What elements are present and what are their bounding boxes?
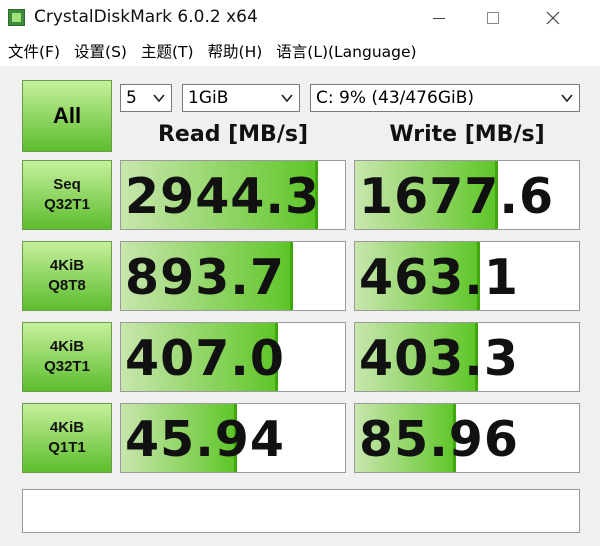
test-count-select[interactable]: 5 <box>120 84 172 112</box>
test-label-line2: Q32T1 <box>44 196 90 213</box>
close-icon <box>546 11 560 25</box>
close-button[interactable] <box>530 0 576 36</box>
read-result-value: 2944.3 <box>125 167 321 225</box>
test-4kib-q8t8-button[interactable]: 4KiB Q8T8 <box>22 241 112 311</box>
read-result-value: 45.94 <box>125 410 285 468</box>
read-result-cell: 45.94 <box>120 403 346 473</box>
read-column-header: Read [MB/s] <box>157 122 308 147</box>
window-title: CrystalDiskMark 6.0.2 x64 <box>34 7 258 27</box>
chevron-down-icon <box>561 94 573 103</box>
test-label-line1: Seq <box>53 176 81 193</box>
test-label-line2: Q8T8 <box>48 277 86 294</box>
test-size-value: 1GiB <box>188 88 229 108</box>
title-bar: CrystalDiskMark 6.0.2 x64 <box>0 0 600 36</box>
run-all-button[interactable]: All <box>22 80 112 152</box>
read-result-cell: 893.7 <box>120 241 346 311</box>
test-label-line1: 4KiB <box>49 338 85 355</box>
read-result-cell: 2944.3 <box>120 160 346 230</box>
write-result-cell: 1677.6 <box>354 160 580 230</box>
write-result-cell: 463.1 <box>354 241 580 311</box>
write-result-cell: 403.3 <box>354 322 580 392</box>
drive-select[interactable]: C: 9% (43/476GiB) <box>310 84 580 112</box>
menu-theme[interactable]: 主题(T) <box>133 40 194 62</box>
write-result-value: 403.3 <box>359 329 519 387</box>
test-4kib-q1t1-button[interactable]: 4KiB Q1T1 <box>22 403 112 473</box>
test-label-line1: 4KiB <box>49 257 85 274</box>
minimize-icon <box>433 17 445 19</box>
comment-input[interactable] <box>22 489 580 533</box>
chevron-down-icon <box>281 94 293 103</box>
write-result-value: 1677.6 <box>359 167 555 225</box>
maximize-icon <box>487 12 499 24</box>
read-result-value: 893.7 <box>125 248 285 306</box>
test-label-line1: 4KiB <box>49 419 85 436</box>
minimize-button[interactable] <box>416 0 462 36</box>
test-label-line2: Q1T1 <box>48 439 86 456</box>
test-count-value: 5 <box>126 88 137 108</box>
menu-language[interactable]: 语言(L)(Language) <box>268 40 416 62</box>
test-label-line2: Q32T1 <box>44 358 90 375</box>
read-result-cell: 407.0 <box>120 322 346 392</box>
write-result-value: 463.1 <box>359 248 519 306</box>
drive-value: C: 9% (43/476GiB) <box>316 88 475 108</box>
menu-file[interactable]: 文件(F) <box>0 40 60 62</box>
maximize-button[interactable] <box>470 0 516 36</box>
menu-settings[interactable]: 设置(S) <box>66 40 127 62</box>
write-result-cell: 85.96 <box>354 403 580 473</box>
test-seq-q32t1-button[interactable]: Seq Q32T1 <box>22 160 112 230</box>
menu-bar: 文件(F) 设置(S) 主题(T) 帮助(H) 语言(L)(Language) <box>0 36 600 66</box>
test-4kib-q32t1-button[interactable]: 4KiB Q32T1 <box>22 322 112 392</box>
chevron-down-icon <box>153 94 165 103</box>
write-column-header: Write [MB/s] <box>389 122 545 147</box>
read-result-value: 407.0 <box>125 329 285 387</box>
write-result-value: 85.96 <box>359 410 519 468</box>
test-size-select[interactable]: 1GiB <box>182 84 300 112</box>
app-icon <box>8 9 25 26</box>
menu-help[interactable]: 帮助(H) <box>200 40 263 62</box>
